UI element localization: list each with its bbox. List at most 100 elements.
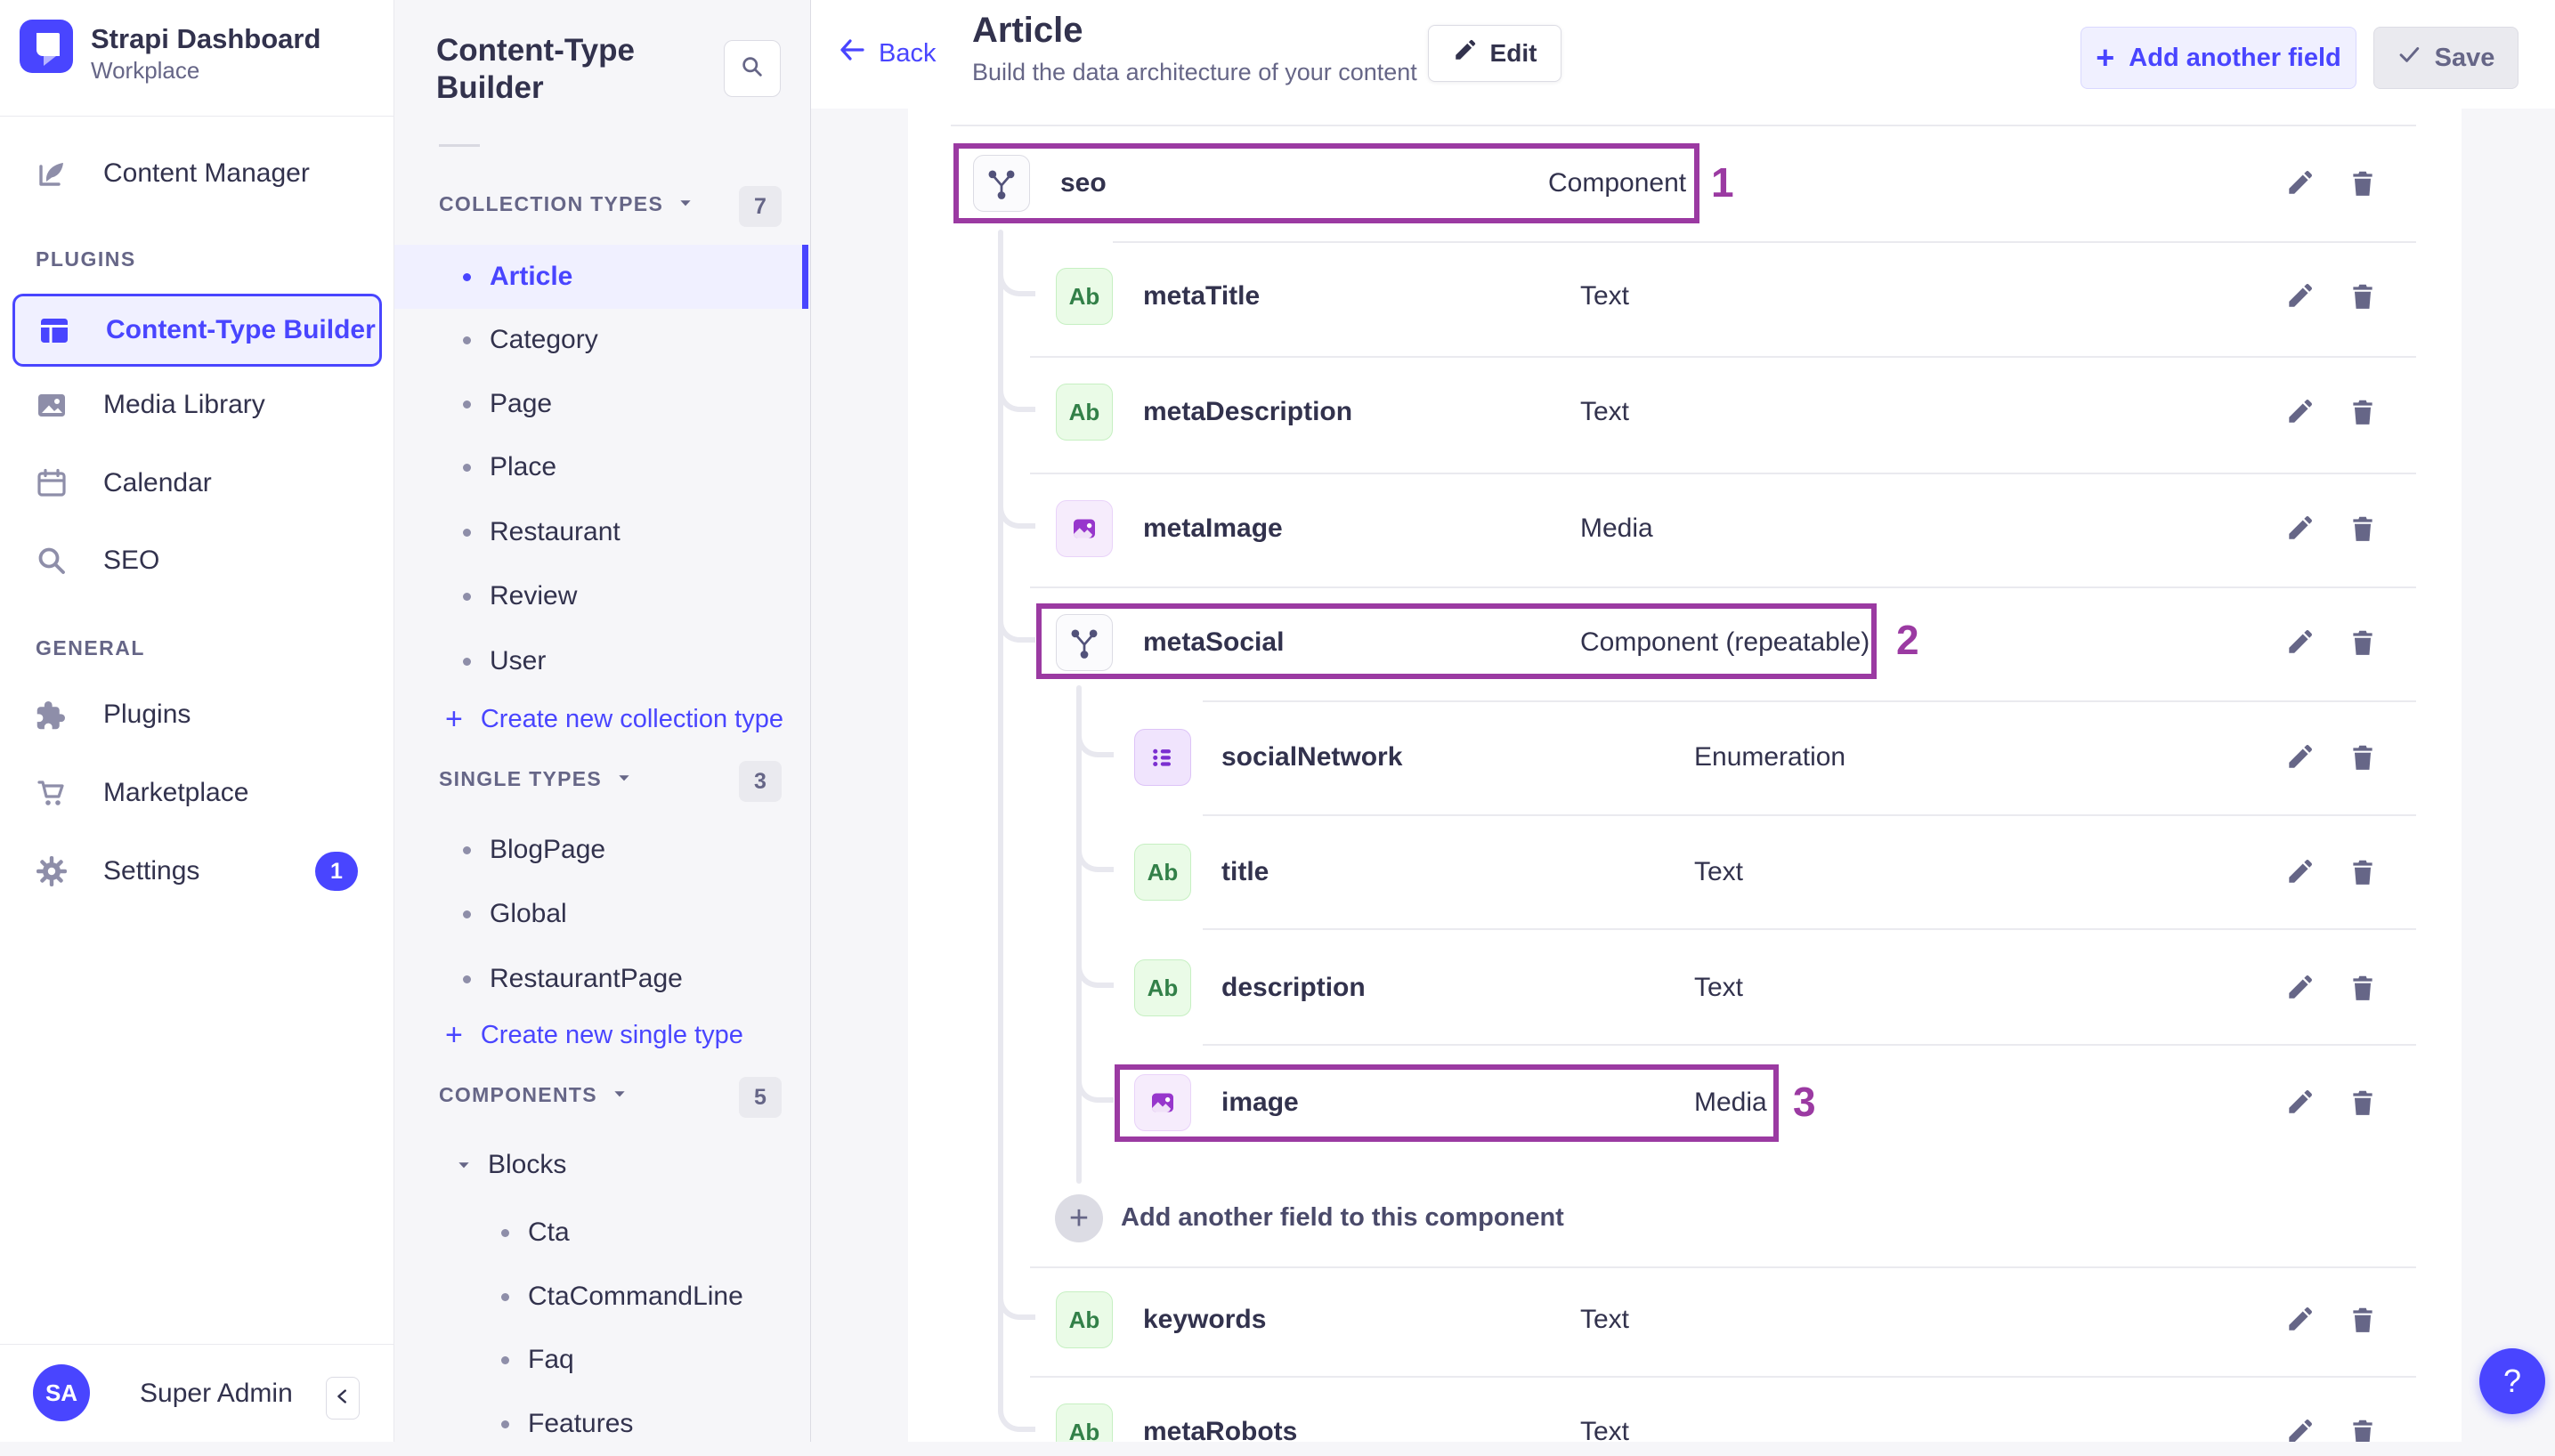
edit-field-button[interactable] bbox=[2284, 397, 2315, 427]
field-name: metaRobots bbox=[1143, 1417, 1298, 1442]
delete-field-button[interactable] bbox=[2348, 742, 2378, 772]
collapse-sidebar-button[interactable] bbox=[326, 1377, 360, 1420]
panel-item-restaurant[interactable]: Restaurant bbox=[394, 500, 810, 564]
arrow-left-icon bbox=[838, 36, 866, 71]
bullet-icon bbox=[463, 657, 471, 666]
panel-item-label: Cta bbox=[528, 1217, 570, 1247]
panel-item-ctacommandline[interactable]: CtaCommandLine bbox=[394, 1265, 810, 1329]
sidebar-item-calendar[interactable]: Calendar bbox=[12, 447, 382, 520]
field-type: Text bbox=[1580, 281, 1630, 311]
edit-field-button[interactable] bbox=[2284, 168, 2315, 198]
sidebar-item-marketplace[interactable]: Marketplace bbox=[12, 756, 382, 829]
panel-item-category[interactable]: Category bbox=[394, 308, 810, 372]
panel-item-global[interactable]: Global bbox=[394, 882, 810, 946]
sidebar-item-content-manager[interactable]: Content Manager bbox=[12, 137, 382, 210]
panel-item-article[interactable]: Article bbox=[394, 245, 810, 309]
add-field-to-component-button[interactable]: + bbox=[1055, 1194, 1103, 1242]
bullet-icon bbox=[501, 1228, 509, 1237]
delete-field-button[interactable] bbox=[2348, 1305, 2378, 1335]
component-group-blocks[interactable]: Blocks bbox=[456, 1150, 566, 1180]
panel-item-cta[interactable]: Cta bbox=[394, 1201, 810, 1265]
gear-icon bbox=[34, 853, 69, 889]
add-another-field-button[interactable]: + Add another field bbox=[2080, 27, 2356, 89]
sidebar-item-seo[interactable]: SEO bbox=[12, 524, 382, 597]
panel-item-place[interactable]: Place bbox=[394, 435, 810, 499]
delete-field-button[interactable] bbox=[2348, 168, 2378, 198]
page-subtitle: Build the data architecture of your cont… bbox=[972, 59, 1417, 85]
question-mark-icon: ? bbox=[2502, 1363, 2522, 1399]
sidebar-item-media-library[interactable]: Media Library bbox=[12, 368, 382, 441]
panel-item-label: User bbox=[490, 646, 547, 675]
panel-item-features[interactable]: Features bbox=[394, 1392, 810, 1456]
collection-types-header[interactable]: COLLECTION TYPES bbox=[439, 192, 694, 216]
field-type: Media bbox=[1580, 514, 1653, 543]
panel-item-label: Review bbox=[490, 581, 578, 611]
components-header[interactable]: COMPONENTS bbox=[439, 1083, 628, 1107]
field-row-keywords: Ab keywords bbox=[1056, 1280, 1266, 1360]
delete-field-button[interactable] bbox=[2348, 1088, 2378, 1118]
edit-field-button[interactable] bbox=[2284, 973, 2315, 1003]
search-button[interactable] bbox=[724, 40, 781, 97]
text-field-icon: Ab bbox=[1134, 959, 1191, 1016]
panel-item-restaurantpage[interactable]: RestaurantPage bbox=[394, 947, 810, 1011]
delete-field-button[interactable] bbox=[2348, 397, 2378, 427]
text-field-icon: Ab bbox=[1056, 1291, 1113, 1348]
panel-item-faq[interactable]: Faq bbox=[394, 1328, 810, 1392]
delete-field-button[interactable] bbox=[2348, 973, 2378, 1003]
field-row-socialNetwork: socialNetwork bbox=[1134, 717, 1402, 797]
row-divider bbox=[1203, 814, 2416, 816]
search-icon bbox=[739, 53, 766, 85]
sidebar-item-content-type-builder[interactable]: Content-Type Builder bbox=[12, 294, 382, 367]
delete-field-button[interactable] bbox=[2348, 281, 2378, 311]
delete-field-button[interactable] bbox=[2348, 857, 2378, 887]
single-types-header[interactable]: SINGLE TYPES bbox=[439, 767, 632, 791]
delete-field-button[interactable] bbox=[2348, 627, 2378, 658]
back-link[interactable]: Back bbox=[838, 36, 936, 71]
edit-field-button[interactable] bbox=[2284, 281, 2315, 311]
field-row-description: Ab description bbox=[1134, 948, 1366, 1028]
annotation-number-3: 3 bbox=[1793, 1079, 1816, 1125]
bullet-icon bbox=[463, 400, 471, 408]
avatar: SA bbox=[33, 1364, 90, 1421]
check-icon bbox=[2397, 43, 2421, 73]
content-type-builder-icon bbox=[36, 312, 72, 348]
divider bbox=[0, 1344, 393, 1345]
panel-item-page[interactable]: Page bbox=[394, 372, 810, 436]
edit-field-button[interactable] bbox=[2284, 627, 2315, 658]
edit-field-button[interactable] bbox=[2284, 857, 2315, 887]
panel-item-label: Page bbox=[490, 389, 553, 418]
field-name: metaDescription bbox=[1143, 397, 1353, 426]
create-new-collection-type[interactable]: + Create new collection type bbox=[445, 704, 783, 734]
text-field-icon: Ab bbox=[1056, 384, 1113, 441]
edit-button[interactable]: Edit bbox=[1428, 25, 1561, 82]
bullet-icon bbox=[463, 528, 471, 537]
panel-item-label: Faq bbox=[528, 1345, 574, 1374]
panel-item-user[interactable]: User bbox=[394, 629, 810, 693]
row-divider bbox=[951, 125, 2416, 126]
row-divider bbox=[1030, 1376, 2416, 1378]
ctb-panel: Content-Type Builder COLLECTION TYPES 7 … bbox=[394, 0, 811, 1442]
field-name: socialNetwork bbox=[1221, 742, 1403, 772]
panel-item-review[interactable]: Review bbox=[394, 564, 810, 628]
edit-field-button[interactable] bbox=[2284, 1417, 2315, 1442]
delete-field-button[interactable] bbox=[2348, 514, 2378, 544]
edit-field-button[interactable] bbox=[2284, 1088, 2315, 1118]
field-type: Enumeration bbox=[1694, 742, 1846, 772]
edit-field-button[interactable] bbox=[2284, 514, 2315, 544]
field-type: Text bbox=[1580, 397, 1630, 426]
help-button[interactable]: ? bbox=[2479, 1348, 2545, 1414]
row-divider bbox=[1030, 1266, 2416, 1268]
delete-field-button[interactable] bbox=[2348, 1417, 2378, 1442]
edit-field-button[interactable] bbox=[2284, 742, 2315, 772]
panel-item-label: Category bbox=[490, 325, 598, 354]
panel-item-label: Features bbox=[528, 1409, 634, 1438]
sidebar-item-plugins[interactable]: Plugins bbox=[12, 678, 382, 751]
save-button[interactable]: Save bbox=[2373, 27, 2518, 89]
sidebar-item-label: Marketplace bbox=[103, 778, 249, 807]
field-name: keywords bbox=[1143, 1305, 1267, 1334]
sidebar-item-label: Plugins bbox=[103, 700, 191, 729]
edit-field-button[interactable] bbox=[2284, 1305, 2315, 1335]
add-field-to-component-label[interactable]: Add another field to this component bbox=[1121, 1203, 1564, 1233]
panel-item-blogpage[interactable]: BlogPage bbox=[394, 818, 810, 882]
create-new-single-type[interactable]: + Create new single type bbox=[445, 1020, 743, 1050]
